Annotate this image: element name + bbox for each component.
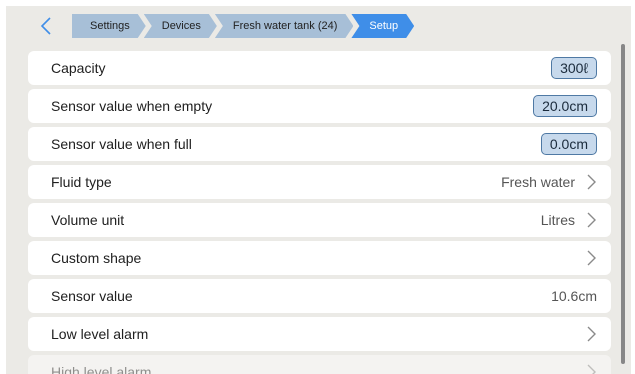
scrollbar[interactable] — [621, 44, 625, 364]
capacity-field[interactable]: 300ℓ — [551, 57, 597, 79]
row-label: Capacity — [51, 60, 106, 76]
row-volume-unit[interactable]: Volume unit Litres — [28, 203, 611, 237]
breadcrumb-devices[interactable]: Devices — [144, 14, 217, 38]
row-sensor-value: Sensor value 10.6cm — [28, 279, 611, 313]
row-label: Fluid type — [51, 174, 112, 190]
chevron-right-icon — [587, 326, 596, 342]
breadcrumb-fresh-water-tank[interactable]: Fresh water tank (24) — [215, 14, 354, 38]
row-label: Sensor value — [51, 288, 133, 304]
fluid-type-value: Fresh water — [501, 174, 575, 190]
sensor-value-readout: 10.6cm — [551, 288, 597, 304]
chevron-right-icon — [587, 174, 596, 190]
row-sensor-full[interactable]: Sensor value when full 0.0cm — [28, 127, 611, 161]
breadcrumb-settings[interactable]: Settings — [72, 14, 146, 38]
row-high-level-alarm[interactable]: High level alarm — [28, 355, 611, 374]
row-fluid-type[interactable]: Fluid type Fresh water — [28, 165, 611, 199]
row-sensor-empty[interactable]: Sensor value when empty 20.0cm — [28, 89, 611, 123]
chevron-left-icon — [40, 17, 51, 35]
breadcrumb-setup[interactable]: Setup — [351, 14, 414, 38]
chevron-right-icon — [587, 364, 596, 374]
app-frame: Settings Devices Fresh water tank (24) S… — [6, 6, 631, 374]
row-capacity[interactable]: Capacity 300ℓ — [28, 51, 611, 85]
breadcrumb: Settings Devices Fresh water tank (24) S… — [72, 14, 412, 38]
row-label: Volume unit — [51, 212, 125, 228]
row-label: Custom shape — [51, 250, 142, 266]
row-label: Sensor value when empty — [51, 98, 213, 114]
row-low-level-alarm[interactable]: Low level alarm — [28, 317, 611, 351]
volume-unit-value: Litres — [540, 212, 575, 228]
top-bar: Settings Devices Fresh water tank (24) S… — [6, 6, 631, 46]
row-label: Low level alarm — [51, 326, 149, 342]
back-button[interactable] — [36, 15, 58, 37]
chevron-right-icon — [587, 212, 596, 228]
row-custom-shape[interactable]: Custom shape — [28, 241, 611, 275]
sensor-empty-field[interactable]: 20.0cm — [533, 95, 597, 117]
row-label: High level alarm — [51, 364, 152, 374]
chevron-right-icon — [587, 250, 596, 266]
sensor-full-field[interactable]: 0.0cm — [540, 133, 597, 155]
row-label: Sensor value when full — [51, 136, 192, 152]
